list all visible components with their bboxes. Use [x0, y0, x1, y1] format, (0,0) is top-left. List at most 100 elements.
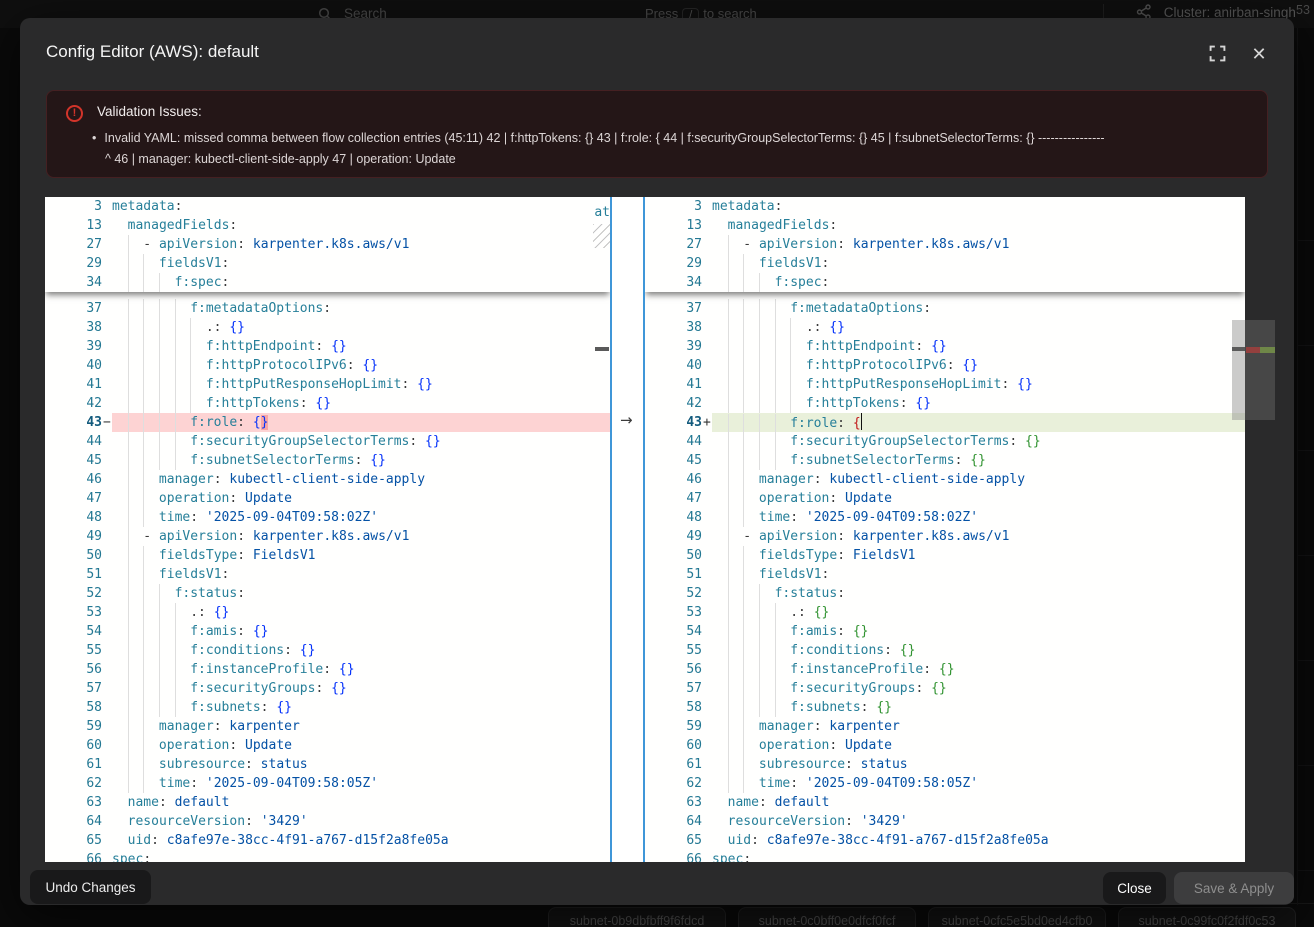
code-line[interactable]: 62 time: '2025-09-04T09:58:05Z' — [45, 774, 610, 793]
line-number: 29 — [45, 254, 102, 273]
code-line[interactable]: 60 operation: Update — [45, 736, 610, 755]
code-line[interactable]: 27 - apiVersion: karpenter.k8s.aws/v1 — [45, 235, 610, 254]
code-line[interactable]: 66spec: — [45, 850, 610, 862]
diff-marker — [102, 394, 112, 413]
code-line[interactable]: 39 f:httpEndpoint: {} — [45, 337, 610, 356]
code-line[interactable]: 63 name: default — [645, 793, 1245, 812]
code-line[interactable]: 66spec: — [645, 850, 1245, 862]
line-number: 49 — [45, 527, 102, 546]
code-line[interactable]: 13 managedFields: — [45, 216, 610, 235]
diff-marker — [702, 235, 712, 254]
code-line[interactable]: 59 manager: karpenter — [45, 717, 610, 736]
code-line[interactable]: 49 - apiVersion: karpenter.k8s.aws/v1 — [45, 527, 610, 546]
code-line[interactable]: 29 fieldsV1: — [645, 254, 1245, 273]
code-line[interactable]: 41 f:httpPutResponseHopLimit: {} — [45, 375, 610, 394]
code-line[interactable]: 48 time: '2025-09-04T09:58:02Z' — [45, 508, 610, 527]
code-line[interactable]: 64 resourceVersion: '3429' — [645, 812, 1245, 831]
close-dialog-button[interactable]: ✕ — [1248, 44, 1270, 66]
code-line[interactable]: 41 f:httpPutResponseHopLimit: {} — [645, 375, 1245, 394]
code-line[interactable]: 3metadata: — [45, 197, 610, 216]
code-line[interactable]: 44 f:securityGroupSelectorTerms: {} — [645, 432, 1245, 451]
code-line[interactable]: 43− f:role: {} — [45, 413, 610, 432]
diff-marker — [102, 679, 112, 698]
undo-changes-button[interactable]: Undo Changes — [30, 870, 151, 904]
code-line[interactable]: 54 f:amis: {} — [645, 622, 1245, 641]
code-line[interactable]: 29 fieldsV1: — [45, 254, 610, 273]
code-line[interactable]: 46 manager: kubectl-client-side-apply — [645, 470, 1245, 489]
code-text: - apiVersion: karpenter.k8s.aws/v1 — [112, 235, 610, 254]
code-line[interactable]: 27 - apiVersion: karpenter.k8s.aws/v1 — [645, 235, 1245, 254]
fullscreen-button[interactable] — [1206, 44, 1228, 66]
code-line[interactable]: 46 manager: kubectl-client-side-apply — [45, 470, 610, 489]
line-number: 41 — [45, 375, 102, 394]
code-line[interactable]: 56 f:instanceProfile: {} — [45, 660, 610, 679]
code-line[interactable]: 47 operation: Update — [45, 489, 610, 508]
code-line[interactable]: 55 f:conditions: {} — [645, 641, 1245, 660]
code-line[interactable]: 38 .: {} — [45, 318, 610, 337]
code-line[interactable]: 43+ f:role: { — [645, 413, 1245, 432]
code-line[interactable]: 65 uid: c8afe97e-38cc-4f91-a767-d15f2a8f… — [645, 831, 1245, 850]
code-line[interactable]: 58 f:subnets: {} — [45, 698, 610, 717]
code-line[interactable]: 53 .: {} — [45, 603, 610, 622]
code-line[interactable]: 64 resourceVersion: '3429' — [45, 812, 610, 831]
code-line[interactable]: 61 subresource: status — [45, 755, 610, 774]
code-line[interactable]: 37 f:metadataOptions: — [45, 299, 610, 318]
code-line[interactable]: 51 fieldsV1: — [645, 565, 1245, 584]
diff-modified-pane[interactable]: 37 f:metadataOptions:38 .: {}39 f:httpEn… — [645, 197, 1245, 862]
code-line[interactable]: 45 f:subnetSelectorTerms: {} — [45, 451, 610, 470]
code-line[interactable]: 63 name: default — [45, 793, 610, 812]
code-line[interactable]: 47 operation: Update — [645, 489, 1245, 508]
code-line[interactable]: 13 managedFields: — [645, 216, 1245, 235]
code-line[interactable]: 58 f:subnets: {} — [645, 698, 1245, 717]
overview-ruler-slider[interactable] — [1245, 320, 1275, 420]
scrollbar-slider[interactable] — [1232, 320, 1245, 420]
code-line[interactable]: 54 f:amis: {} — [45, 622, 610, 641]
line-number: 54 — [645, 622, 702, 641]
code-line[interactable]: 34 f:spec: — [645, 273, 1245, 292]
diff-marker — [102, 318, 112, 337]
diff-marker — [102, 197, 112, 216]
code-line[interactable]: 52 f:status: — [645, 584, 1245, 603]
code-text: f:subnets: {} — [112, 698, 610, 717]
code-line[interactable]: 3metadata: — [645, 197, 1245, 216]
code-line[interactable]: 42 f:httpTokens: {} — [645, 394, 1245, 413]
code-line[interactable]: 60 operation: Update — [645, 736, 1245, 755]
code-line[interactable]: 50 fieldsType: FieldsV1 — [45, 546, 610, 565]
code-line[interactable]: 40 f:httpProtocolIPv6: {} — [45, 356, 610, 375]
diff-marker — [702, 717, 712, 736]
diff-marker — [702, 774, 712, 793]
code-line[interactable]: 59 manager: karpenter — [645, 717, 1245, 736]
line-number: 49 — [645, 527, 702, 546]
code-line[interactable]: 38 .: {} — [645, 318, 1245, 337]
code-line[interactable]: 61 subresource: status — [645, 755, 1245, 774]
code-line[interactable]: 53 .: {} — [645, 603, 1245, 622]
code-line[interactable]: 52 f:status: — [45, 584, 610, 603]
code-line[interactable]: 57 f:securityGroups: {} — [645, 679, 1245, 698]
code-line[interactable]: 44 f:securityGroupSelectorTerms: {} — [45, 432, 610, 451]
code-line[interactable]: 48 time: '2025-09-04T09:58:02Z' — [645, 508, 1245, 527]
diff-overview-ruler[interactable] — [1245, 197, 1275, 862]
code-line[interactable]: 42 f:httpTokens: {} — [45, 394, 610, 413]
code-line[interactable]: 45 f:subnetSelectorTerms: {} — [645, 451, 1245, 470]
code-line[interactable]: 65 uid: c8afe97e-38cc-4f91-a767-d15f2a8f… — [45, 831, 610, 850]
code-text: spec: — [112, 850, 610, 862]
save-apply-button[interactable]: Save & Apply — [1174, 872, 1294, 904]
code-line[interactable]: 50 fieldsType: FieldsV1 — [645, 546, 1245, 565]
code-line[interactable]: 40 f:httpProtocolIPv6: {} — [645, 356, 1245, 375]
code-line[interactable]: 57 f:securityGroups: {} — [45, 679, 610, 698]
code-line[interactable]: 49 - apiVersion: karpenter.k8s.aws/v1 — [645, 527, 1245, 546]
code-line[interactable]: 39 f:httpEndpoint: {} — [645, 337, 1245, 356]
close-button[interactable]: Close — [1103, 872, 1166, 904]
code-line[interactable]: 34 f:spec: — [45, 273, 610, 292]
code-line[interactable]: 37 f:metadataOptions: — [645, 299, 1245, 318]
revert-change-arrow-icon[interactable]: → — [620, 411, 633, 430]
code-line[interactable]: 62 time: '2025-09-04T09:58:05Z' — [645, 774, 1245, 793]
line-number: 60 — [45, 736, 102, 755]
diff-marker — [702, 831, 712, 850]
code-line[interactable]: 55 f:conditions: {} — [45, 641, 610, 660]
code-line[interactable]: 56 f:instanceProfile: {} — [645, 660, 1245, 679]
diff-marker — [702, 698, 712, 717]
diff-original-pane[interactable]: 37 f:metadataOptions:38 .: {}39 f:httpEn… — [45, 197, 610, 862]
code-line[interactable]: 51 fieldsV1: — [45, 565, 610, 584]
diff-sash[interactable]: → — [610, 197, 645, 862]
